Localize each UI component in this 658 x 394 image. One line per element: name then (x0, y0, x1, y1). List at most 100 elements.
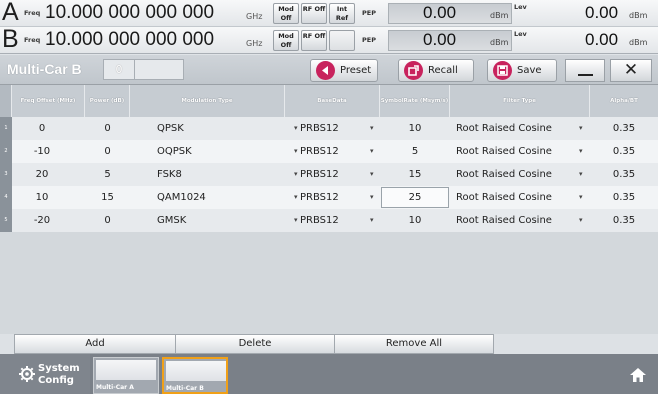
row-number: 3 (0, 163, 12, 186)
alpha-cell[interactable]: 0.35 (590, 117, 658, 140)
mod-toggle-a[interactable]: Mod Off (273, 3, 299, 24)
table-action-bar: Add Delete Remove All (0, 334, 658, 354)
pep-label-a: PEP (362, 9, 376, 17)
symbolrate-cell[interactable]: 5 (380, 140, 450, 163)
filter-cell[interactable]: Root Raised Cosine (452, 209, 577, 232)
freq-value-b[interactable]: 10.000 000 000 000 (45, 29, 214, 51)
freq-offset-cell[interactable]: 20 (12, 163, 72, 186)
thumbnail-multi-car-b[interactable]: Multi-Car B (162, 357, 228, 394)
row-number: 2 (0, 140, 12, 163)
symbolrate-cell[interactable]: 15 (380, 163, 450, 186)
filter-dropdown-icon[interactable]: ▾ (579, 209, 583, 231)
pep-unit-b: dBm (490, 38, 509, 47)
home-button[interactable] (618, 354, 658, 394)
recall-label: Recall (428, 65, 458, 76)
lev-value-a[interactable]: 0.00 (585, 3, 618, 23)
freq-unit-a: GHz (246, 12, 263, 21)
header-filter[interactable]: Filter Type (450, 85, 590, 117)
power-cell[interactable]: 15 (85, 186, 130, 209)
table-row[interactable]: 1 0 0 QPSK ▾ PRBS12 ▾ 10 Root Raised Cos… (0, 117, 658, 140)
alpha-cell[interactable]: 0.35 (590, 140, 658, 163)
minimize-icon (578, 74, 593, 76)
row-number: 1 (0, 117, 12, 140)
table-row[interactable]: 3 20 5 FSK8 ▾ PRBS12 ▾ 15 Root Raised Co… (0, 163, 658, 186)
minimize-button[interactable] (565, 59, 605, 82)
filter-dropdown-icon[interactable]: ▾ (579, 140, 583, 162)
path-label-b: B (2, 25, 19, 53)
system-config-button[interactable]: System Config (0, 354, 90, 394)
freq-offset-cell[interactable]: 0 (12, 117, 72, 140)
pep-value-a: 0.00 (423, 3, 457, 22)
header-symbolrate[interactable]: SymbolRate (Msym/s) (380, 85, 450, 117)
basedata-cell[interactable]: PRBS12 (296, 140, 366, 163)
filter-dropdown-icon[interactable]: ▾ (579, 163, 583, 185)
preset-button[interactable]: Preset (310, 59, 378, 82)
title-badge: 0 (103, 59, 135, 80)
power-cell[interactable]: 0 (85, 209, 130, 232)
alpha-cell[interactable]: 0.35 (590, 209, 658, 232)
symbolrate-cell[interactable]: 10 (380, 209, 450, 232)
remove-all-button[interactable]: Remove All (334, 334, 494, 354)
power-cell[interactable]: 0 (85, 117, 130, 140)
symbolrate-cell[interactable]: 10 (380, 117, 450, 140)
rf-toggle-a[interactable]: RF Off (301, 3, 327, 24)
filter-dropdown-icon[interactable]: ▾ (579, 117, 583, 139)
table-row[interactable]: 5 -20 0 GMSK ▾ PRBS12 ▾ 10 Root Raised C… (0, 209, 658, 232)
thumbnail-caption-a: Multi-Car A (96, 384, 134, 391)
header-corner (0, 85, 12, 117)
freq-label-b: Freq (24, 36, 41, 44)
pep-label-b: PEP (362, 36, 376, 44)
lev-value-b[interactable]: 0.00 (585, 30, 618, 50)
header-modulation[interactable]: Modulation Type (130, 85, 285, 117)
lev-unit-b: dBm (629, 38, 648, 47)
modulation-cell[interactable]: FSK8 (153, 163, 283, 186)
modulation-cell[interactable]: GMSK (153, 209, 283, 232)
blank-button[interactable] (329, 30, 355, 51)
modulation-cell[interactable]: OQPSK (153, 140, 283, 163)
header-basedata[interactable]: BaseData (285, 85, 380, 117)
freq-unit-b: GHz (246, 39, 263, 48)
header-freq-offset[interactable]: Freq Offset (MHz) (12, 85, 85, 117)
filter-cell[interactable]: Root Raised Cosine (452, 186, 577, 209)
alpha-cell[interactable]: 0.35 (590, 186, 658, 209)
freq-offset-cell[interactable]: -10 (12, 140, 72, 163)
basedata-arrow-icon: ▾ (370, 147, 374, 155)
delete-button[interactable]: Delete (175, 334, 335, 354)
filter-dropdown-icon[interactable]: ▾ (579, 186, 583, 208)
lev-label-a: Lev (514, 3, 527, 11)
power-cell[interactable]: 0 (85, 140, 130, 163)
header-alpha[interactable]: Alpha/BT (590, 85, 658, 117)
add-button[interactable]: Add (14, 334, 176, 354)
freq-offset-cell[interactable]: 10 (12, 186, 72, 209)
table-row[interactable]: 4 10 15 QAM1024 ▾ PRBS12 ▾ 25 Root Raise… (0, 186, 658, 209)
table-row[interactable]: 2 -10 0 OQPSK ▾ PRBS12 ▾ 5 Root Raised C… (0, 140, 658, 163)
save-button[interactable]: Save (487, 59, 557, 82)
basedata-cell[interactable]: PRBS12 (296, 117, 366, 140)
badge-value: 0 (115, 63, 123, 76)
preset-label: Preset (340, 65, 372, 76)
modulation-cell[interactable]: QPSK (153, 117, 283, 140)
close-button[interactable]: ✕ (610, 59, 652, 82)
modulation-cell[interactable]: QAM1024 (153, 186, 283, 209)
header-power[interactable]: Power (dB) (85, 85, 130, 117)
power-cell[interactable]: 5 (85, 163, 130, 186)
alpha-cell[interactable]: 0.35 (590, 163, 658, 186)
status-row-a: A Freq 10.000 000 000 000 GHz Mod Off RF… (0, 0, 658, 27)
basedata-cell[interactable]: PRBS12 (296, 163, 366, 186)
int-ref-button[interactable]: Int Ref (329, 3, 355, 24)
basedata-cell[interactable]: PRBS12 (296, 186, 366, 209)
recall-button[interactable]: Recall (398, 59, 474, 82)
freq-offset-cell[interactable]: -20 (12, 209, 72, 232)
filter-cell[interactable]: Root Raised Cosine (452, 140, 577, 163)
pep-unit-a: dBm (490, 11, 509, 20)
thumbnail-multi-car-a[interactable]: Multi-Car A (93, 357, 159, 394)
rf-toggle-b[interactable]: RF Off (301, 30, 327, 51)
symbolrate-cell-focused[interactable]: 25 (380, 186, 450, 209)
save-label: Save (517, 65, 542, 76)
freq-value-a[interactable]: 10.000 000 000 000 (45, 2, 214, 24)
mod-toggle-b[interactable]: Mod Off (273, 30, 299, 51)
filter-cell[interactable]: Root Raised Cosine (452, 163, 577, 186)
thumbnail-preview (96, 360, 156, 380)
filter-cell[interactable]: Root Raised Cosine (452, 117, 577, 140)
basedata-cell[interactable]: PRBS12 (296, 209, 366, 232)
